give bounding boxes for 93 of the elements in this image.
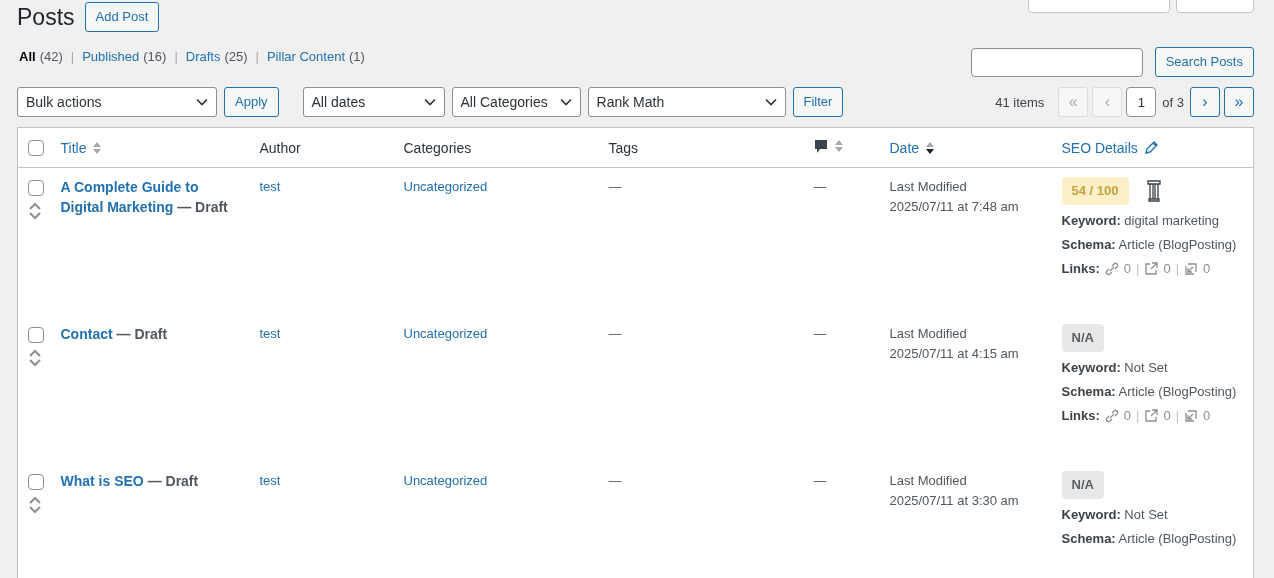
column-header: Author — [259, 139, 301, 156]
separator: | — [255, 49, 259, 64]
comments-cell: — — [813, 325, 827, 341]
link-icon — [1104, 262, 1119, 276]
view-count: (16) — [143, 49, 167, 64]
page-button[interactable]: › — [1190, 87, 1220, 117]
link-count: 0 — [1203, 260, 1211, 278]
link-count: 0 — [1163, 406, 1171, 425]
filter-button[interactable]: Filter — [792, 87, 844, 117]
checkbox[interactable] — [28, 326, 44, 343]
view-count: (25) — [224, 49, 248, 64]
view-filter-link[interactable]: All — [19, 49, 36, 64]
author-link[interactable]: test — [259, 179, 281, 194]
post-title-link[interactable]: A Complete Guide to Digital Marketing — Draft — [60, 177, 244, 217]
chevron-down-icon — [764, 98, 777, 106]
chevron-down-icon — [196, 98, 208, 106]
dropdown[interactable]: Rank Math — [587, 87, 786, 117]
separator: | — [174, 49, 178, 64]
date-label: Last Modified — [889, 178, 968, 196]
seo-score: N/A — [1061, 470, 1104, 499]
search-field[interactable] — [970, 47, 1143, 77]
date-value: 2025/07/11 at 7:48 am — [889, 198, 1020, 216]
dropdown[interactable]: All dates — [302, 87, 445, 117]
view-filter-link[interactable]: Pillar Content — [266, 49, 345, 64]
search-button[interactable]: Search Posts — [1154, 47, 1254, 77]
schema-text: Schema: Article (BlogPosting) — [1061, 382, 1238, 401]
checkbox[interactable] — [28, 180, 44, 196]
view-count: (1) — [349, 49, 365, 64]
separator: | — [1175, 260, 1180, 278]
links-label: Links: — [1061, 406, 1100, 425]
post-title-link[interactable]: What is SEO — Draft — [60, 470, 244, 491]
dropdown[interactable]: Bulk actions — [17, 87, 217, 117]
external-link-icon — [1144, 408, 1159, 423]
link-count: 0 — [1203, 406, 1211, 425]
category-link[interactable]: Uncategorized — [403, 179, 488, 194]
seo-score: N/A — [1061, 323, 1104, 352]
tags-cell: — — [608, 472, 622, 488]
comments-cell: — — [813, 179, 827, 194]
column-header: Categories — [403, 139, 472, 156]
incoming-link-icon — [1184, 262, 1199, 276]
view-filter-link[interactable]: Drafts — [185, 49, 221, 64]
apply-button[interactable]: Apply — [224, 87, 279, 117]
comment-icon — [813, 138, 828, 154]
keyword-text: Keyword: digital marketing — [1061, 212, 1220, 230]
incoming-link-icon — [1184, 408, 1199, 423]
date-label: Last Modified — [889, 324, 968, 343]
separator: | — [1136, 406, 1140, 425]
chevron-down-icon — [423, 98, 436, 106]
date-value: 2025/07/11 at 4:15 am — [889, 344, 1020, 363]
separator: | — [1136, 260, 1140, 278]
separator: | — [1175, 406, 1180, 425]
tags-cell: — — [608, 179, 622, 194]
schema-text: Schema: Article (BlogPosting) — [1061, 529, 1238, 548]
drag-handle-icon — [28, 495, 42, 514]
view-filter-link[interactable]: Published — [82, 49, 140, 64]
checkbox[interactable] — [28, 473, 44, 490]
view-count: (42) — [39, 49, 63, 64]
page-button[interactable]: » — [1224, 87, 1254, 117]
pencil-icon — [1143, 140, 1159, 155]
page-title: Posts — [17, 3, 75, 31]
author-link[interactable]: test — [259, 472, 281, 488]
date-value: 2025/07/11 at 3:30 am — [889, 491, 1020, 510]
drag-handle-icon — [28, 202, 42, 220]
add-post-button[interactable]: Add Post — [84, 2, 160, 32]
dropdown[interactable]: All Categories — [451, 87, 581, 117]
tags-cell: — — [608, 325, 622, 341]
page-total: of 3 — [1162, 94, 1184, 110]
checkbox[interactable] — [28, 139, 44, 156]
comments-cell: — — [813, 472, 827, 488]
page-number-field[interactable]: 1 — [1126, 87, 1157, 117]
item-count: 41 items — [995, 94, 1045, 110]
post-title-link[interactable]: Contact — Draft — [60, 323, 244, 344]
date-label: Last Modified — [889, 471, 968, 490]
link-count: 0 — [1163, 260, 1171, 278]
author-link[interactable]: test — [259, 325, 281, 341]
link-count: 0 — [1123, 406, 1132, 425]
column-header[interactable]: Title — [60, 139, 87, 156]
column-header: Tags — [608, 139, 639, 156]
link-icon — [1104, 408, 1119, 423]
column-header[interactable]: Date — [889, 139, 920, 156]
links-label: Links: — [1061, 260, 1100, 278]
keyword-text: Keyword: Not Set — [1061, 358, 1169, 377]
separator: | — [70, 49, 75, 64]
schema-text: Schema: Article (BlogPosting) — [1061, 236, 1238, 254]
link-count: 0 — [1123, 260, 1132, 278]
category-link[interactable]: Uncategorized — [403, 325, 488, 341]
category-link[interactable]: Uncategorized — [403, 472, 488, 488]
keyword-text: Keyword: Not Set — [1061, 505, 1169, 524]
seo-score: 54 / 100 — [1061, 177, 1129, 205]
external-link-icon — [1144, 262, 1159, 276]
drag-handle-icon — [28, 348, 42, 367]
column-header[interactable]: SEO Details — [1061, 139, 1138, 156]
chevron-down-icon — [559, 98, 572, 106]
